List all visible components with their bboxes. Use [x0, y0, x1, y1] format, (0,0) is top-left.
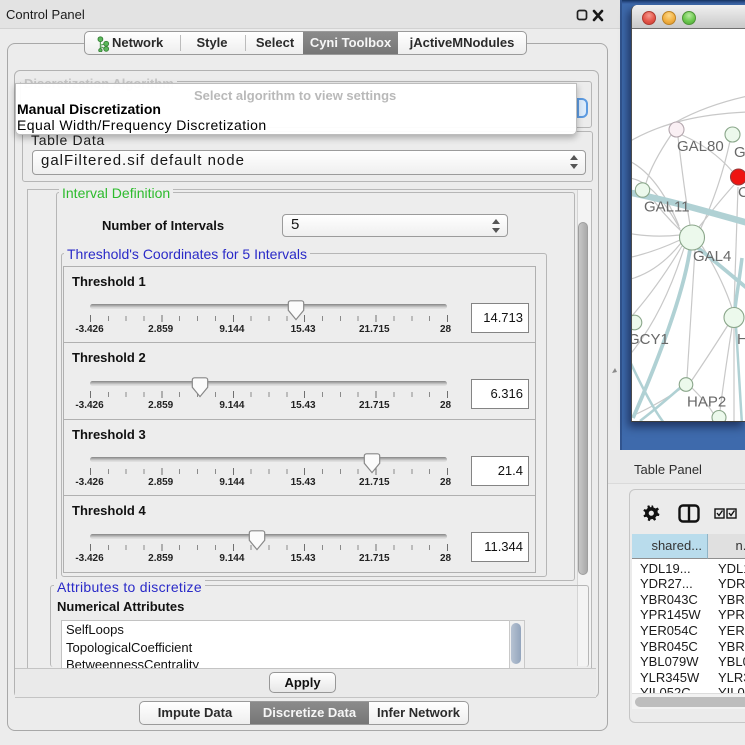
- svg-text:H: H: [737, 331, 745, 348]
- svg-text:C: C: [738, 184, 745, 201]
- svg-text:GAL11: GAL11: [644, 199, 690, 216]
- svg-text:GAL4: GAL4: [693, 248, 731, 265]
- svg-text:HAP2: HAP2: [687, 394, 726, 411]
- svg-text:GAL80: GAL80: [677, 138, 724, 155]
- svg-text:GA: GA: [734, 144, 745, 161]
- svg-text:GCY1: GCY1: [632, 331, 669, 348]
